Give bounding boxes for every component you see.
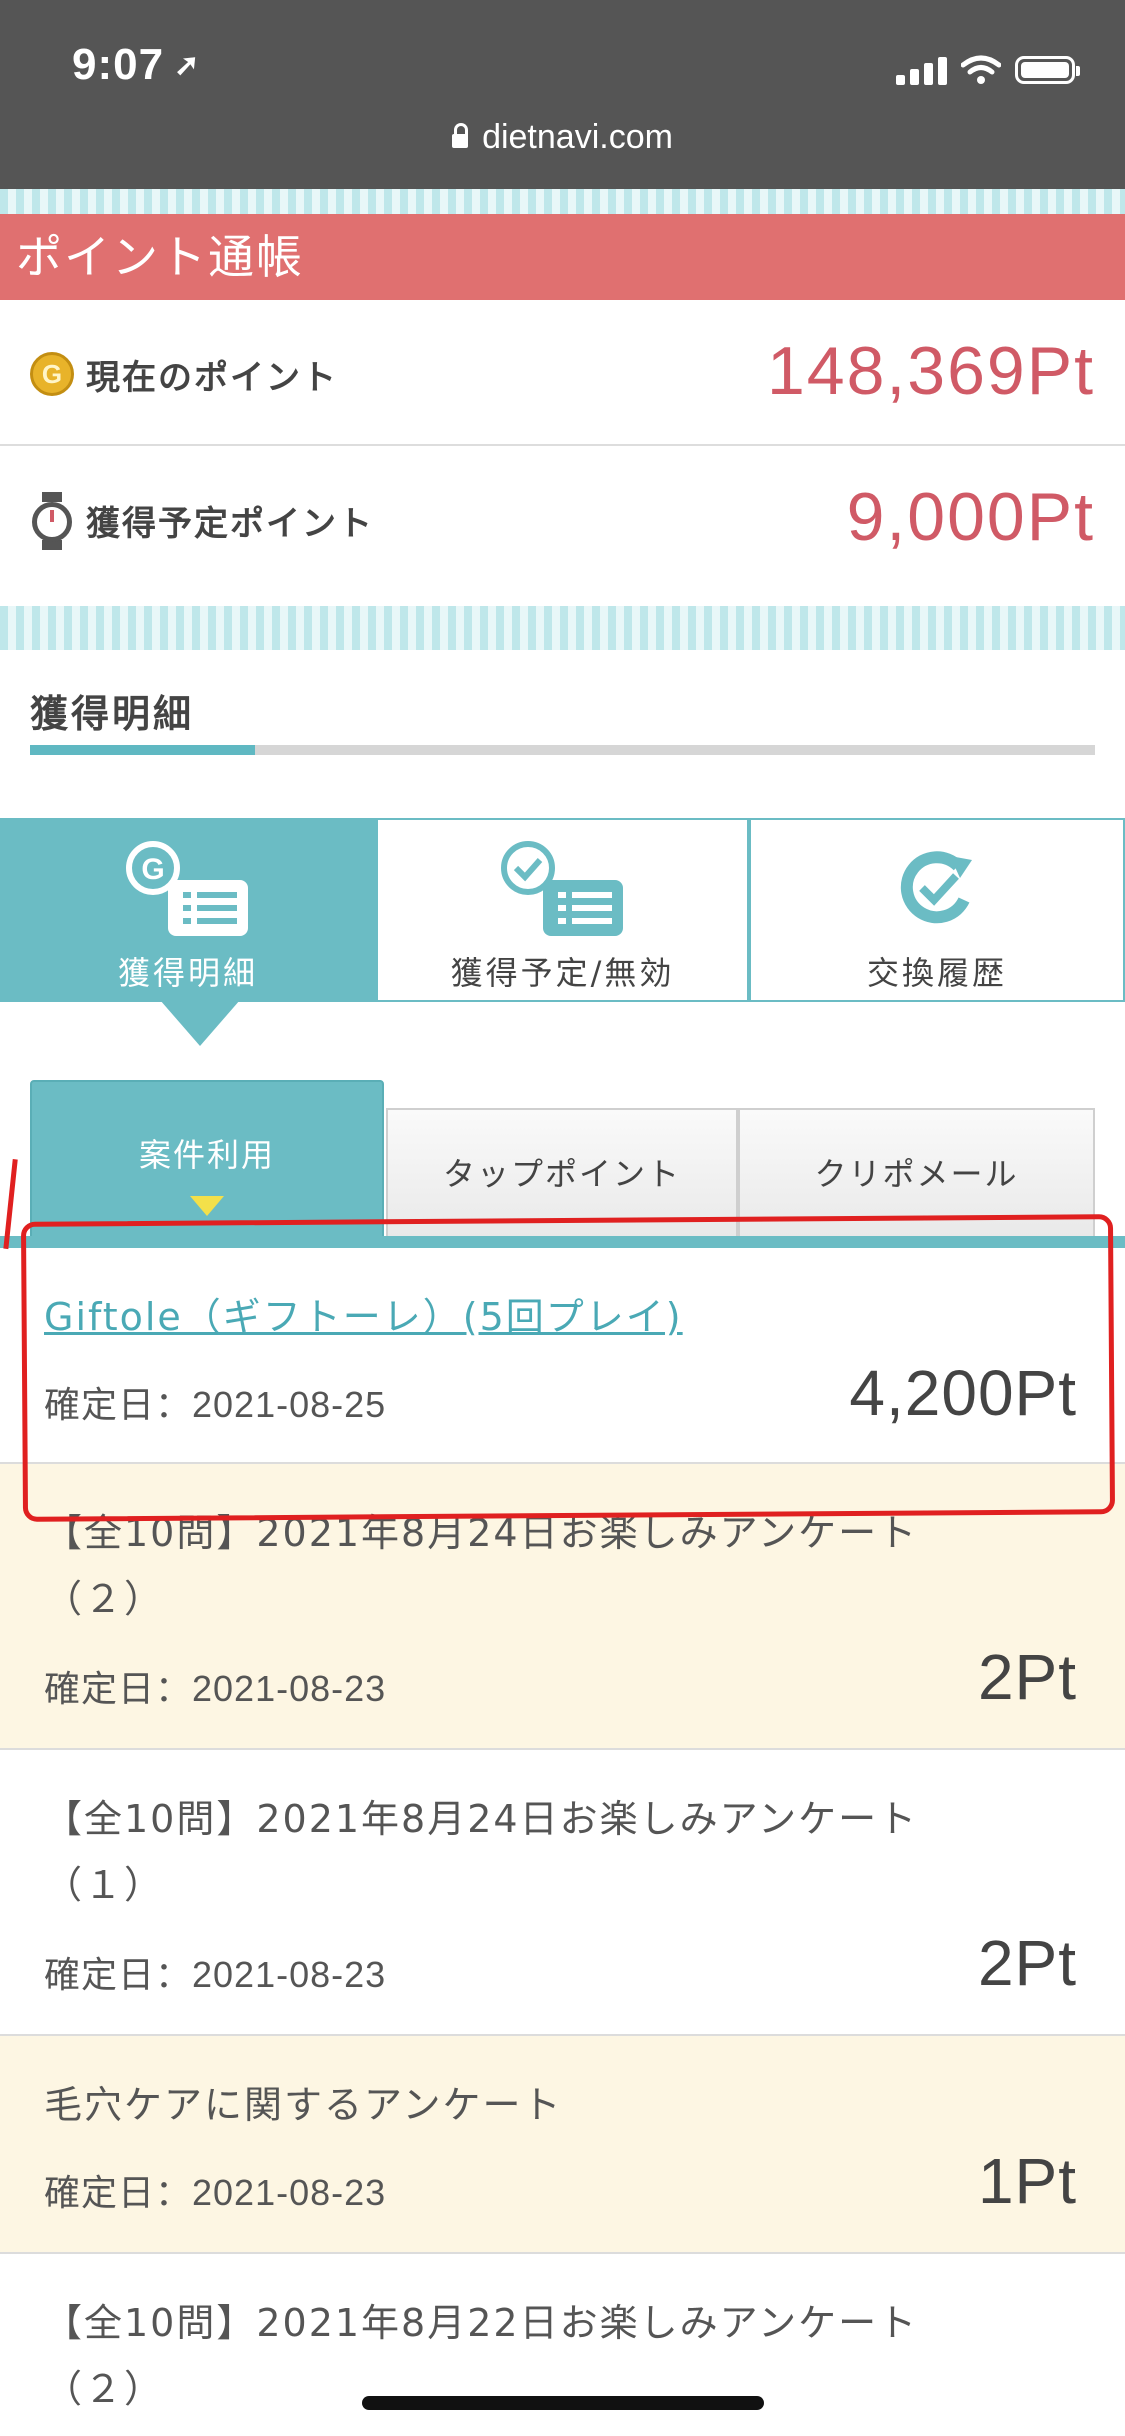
stripe-divider xyxy=(0,606,1125,650)
pending-points-row: 獲得予定ポイント 9,000Pt xyxy=(0,446,1125,606)
coin-list-icon: G xyxy=(126,841,248,936)
item-title: 【全10問】2021年8月24日お楽しみアンケート（２） xyxy=(44,1511,919,1621)
watch-icon xyxy=(32,492,72,550)
tab-underline xyxy=(0,1236,1125,1248)
section-progress-bar xyxy=(30,745,1095,755)
item-points: 1Pt xyxy=(977,2145,1077,2217)
item-date: 確定日：2021-08-25 xyxy=(44,1384,387,1425)
home-indicator[interactable] xyxy=(362,2396,764,2410)
list-item: Giftole（ギフトーレ）(5回プレイ) 確定日：2021-08-25 4,2… xyxy=(0,1248,1125,1464)
current-points-value: 148,369Pt xyxy=(766,333,1095,409)
item-date: 確定日：2021-08-23 xyxy=(44,2172,387,2213)
clock-list-icon xyxy=(500,841,623,936)
item-points: 4,200Pt xyxy=(849,1357,1077,1429)
subtab-label: クリポメール xyxy=(814,1155,1019,1193)
tab-scheduled-invalid[interactable]: 獲得予定/無効 xyxy=(376,818,749,1002)
item-date: 確定日：2021-08-23 xyxy=(44,1668,387,1709)
location-arrow-icon: ➚ xyxy=(174,49,201,82)
wifi-icon xyxy=(961,55,1001,84)
current-points-label: 現在のポイント xyxy=(86,358,338,398)
pending-points-value: 9,000Pt xyxy=(846,479,1095,555)
pending-points-label: 獲得予定ポイント xyxy=(86,504,374,544)
coin-icon: G xyxy=(30,352,74,396)
subtab-label: 案件利用 xyxy=(138,1136,275,1174)
item-points: 2Pt xyxy=(977,1927,1077,1999)
item-title: 【全10問】2021年8月24日お楽しみアンケート（１） xyxy=(44,1797,919,1907)
subtab-label: タップポイント xyxy=(442,1155,681,1193)
tab-exchange-history[interactable]: 交換履歴 xyxy=(749,818,1125,1002)
current-points-row: G 現在のポイント 148,369Pt xyxy=(0,300,1125,446)
main-tabs: G 獲得明細 獲得予定/無効 交換履歴 xyxy=(0,818,1125,1002)
item-title-link[interactable]: Giftole（ギフトーレ）(5回プレイ) xyxy=(44,1284,995,1350)
item-points: 2Pt xyxy=(977,1641,1077,1713)
page-title: ポイント通帳 xyxy=(0,214,1125,300)
subtab-kuripo-mail[interactable]: クリポメール xyxy=(738,1108,1095,1238)
item-title: 毛穴ケアに関するアンケート xyxy=(44,2083,563,2127)
item-date: 確定日：2021-08-23 xyxy=(44,1954,387,1995)
address-bar[interactable]: dietnavi.com xyxy=(0,118,1125,157)
tab-acquisition-details[interactable]: G 獲得明細 xyxy=(0,818,376,1002)
list-item: 【全10問】2021年8月24日お楽しみアンケート（２） 確定日：2021-08… xyxy=(0,1464,1125,1750)
list-item: 毛穴ケアに関するアンケート 確定日：2021-08-23 1Pt xyxy=(0,2036,1125,2254)
sub-tabs: 案件利用 タップポイント クリポメール xyxy=(30,1078,1095,1238)
battery-icon xyxy=(1015,56,1080,84)
lock-icon xyxy=(452,123,469,148)
tab-label: 獲得予定/無効 xyxy=(450,954,675,992)
system-icons xyxy=(896,50,1080,90)
stripe-divider xyxy=(0,189,1125,214)
svg-text:G: G xyxy=(141,853,164,886)
browser-top-bar: 9:07 ➚ dietnavi.com xyxy=(0,0,1125,189)
active-tab-pointer xyxy=(160,1000,240,1046)
tab-label: 獲得明細 xyxy=(117,954,258,992)
section-title: 獲得明細 xyxy=(30,692,195,736)
list-item: 【全10問】2021年8月24日お楽しみアンケート（１） 確定日：2021-08… xyxy=(0,1750,1125,2036)
exchange-check-icon xyxy=(900,851,972,924)
active-indicator-icon xyxy=(190,1196,224,1216)
subtab-tap-point[interactable]: タップポイント xyxy=(386,1108,738,1238)
tab-label: 交換履歴 xyxy=(866,954,1007,992)
subtab-case-usage[interactable]: 案件利用 xyxy=(30,1080,384,1238)
url-text: dietnavi.com xyxy=(482,118,673,156)
cellular-signal-icon xyxy=(896,55,947,85)
status-time: 9:07 ➚ xyxy=(72,40,201,89)
